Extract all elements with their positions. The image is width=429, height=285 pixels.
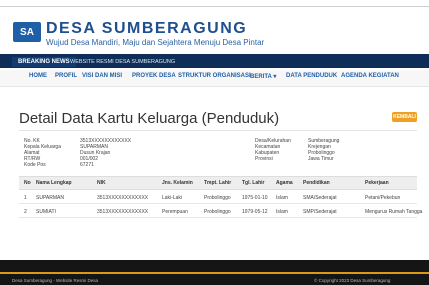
news-label: BREAKING NEWS: [12, 57, 76, 67]
nav-item-agenda[interactable]: AGENDA KEGIATAN: [341, 73, 399, 79]
nav-item-proyek[interactable]: PROYEK DESA: [132, 73, 176, 79]
table-cell: Probolinggo: [204, 195, 231, 201]
table-cell: 3513XXXXXXXXXXXX: [97, 195, 149, 201]
table-cell: 1975-01-10: [242, 195, 268, 201]
news-ticker[interactable]: WEBSITE RESMI DESA SUMBERAGUNG: [70, 57, 175, 67]
site-title[interactable]: DESA SUMBERAGUNG: [46, 20, 247, 38]
col-header-tgl-lahir: Tgl. Lahir: [242, 180, 265, 186]
table-cell: 1: [24, 195, 27, 201]
footer-copyright: © Copyright 2023 Desa Sumberagung: [314, 278, 391, 283]
col-header-no: No: [24, 180, 31, 186]
table-cell: Probolinggo: [204, 209, 231, 215]
info-label: Provinsi: [255, 156, 273, 162]
col-header-kelamin: Jns. Kelamin: [162, 180, 193, 186]
table-cell: Islam: [276, 195, 288, 201]
col-header-pekerjaan: Pekerjaan: [365, 180, 389, 186]
row-divider: [19, 203, 417, 204]
table-cell: SMA/Sederajat: [303, 195, 337, 201]
table-cell: Islam: [276, 209, 288, 215]
col-header-nik: NIK: [97, 180, 106, 186]
nav-item-struktur[interactable]: STRUKTUR ORGANISASI: [178, 73, 251, 79]
site-logo[interactable]: SA: [13, 22, 41, 42]
col-header-tempat-lahir: Tmpt. Lahir: [204, 180, 232, 186]
footer-left-text: Desa Sumberagung - Website Resmi Desa: [12, 278, 98, 283]
info-value: Jawa Timur: [308, 156, 334, 162]
footer-accent-line: [0, 272, 429, 274]
title-divider: [19, 130, 417, 131]
col-header-pendidikan: Pendidikan: [303, 180, 330, 186]
table-cell: Perempuan: [162, 209, 188, 215]
col-header-nama: Nama Lengkap: [36, 180, 72, 186]
table-cell: SUPARMAN: [36, 195, 64, 201]
nav-item-berita[interactable]: BERITA ▾: [250, 73, 276, 80]
table-cell: 1979-05-12: [242, 209, 268, 215]
nav-item-profil[interactable]: PROFIL: [55, 73, 77, 79]
back-button[interactable]: KEMBALI: [392, 112, 417, 122]
site-subtitle: Wujud Desa Mandiri, Maju dan Sejahtera M…: [46, 38, 265, 47]
nav-item-data-penduduk[interactable]: DATA PENDUDUK: [286, 73, 337, 79]
nav-item-home[interactable]: HOME: [29, 73, 47, 79]
table-cell: 3513XXXXXXXXXXXX: [97, 209, 149, 215]
info-label: Kode Pos: [24, 162, 46, 168]
row-divider: [19, 217, 417, 218]
top-divider: [0, 6, 429, 7]
page-title: Detail Data Kartu Keluarga (Penduduk): [19, 110, 280, 127]
col-header-agama: Agama: [276, 180, 293, 186]
table-cell: Petani/Pekebun: [365, 195, 401, 201]
table-cell: SUMIATI: [36, 209, 56, 215]
table-cell: Laki-Laki: [162, 195, 183, 201]
table-cell: SMP/Sederajat: [303, 209, 337, 215]
table-cell: Mengurus Rumah Tangga: [365, 209, 423, 215]
nav-item-visi-misi[interactable]: VISI DAN MISI: [82, 73, 122, 79]
table-cell: 2: [24, 209, 27, 215]
info-value: 67271: [80, 162, 94, 168]
